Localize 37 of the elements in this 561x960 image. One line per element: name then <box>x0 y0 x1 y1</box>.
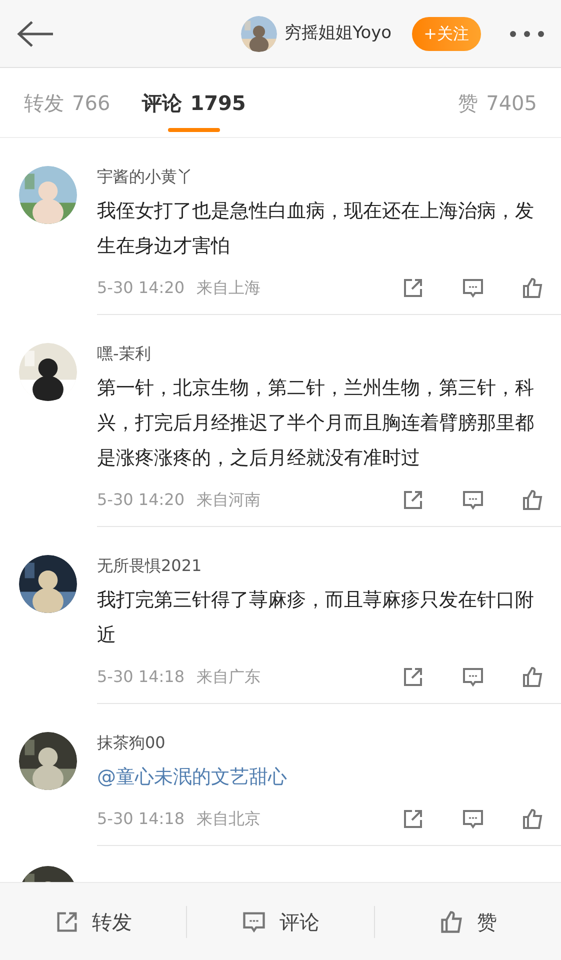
commenter-name[interactable]: 抹茶狗00 <box>97 730 545 756</box>
share-icon <box>401 665 425 689</box>
comment-time: 5-30 14:20 <box>97 277 185 299</box>
more-icon[interactable] <box>509 30 545 38</box>
thumbs-up-icon <box>521 665 545 689</box>
commenter-name[interactable]: 无所畏惧2021 <box>97 553 545 579</box>
tab[interactable]: 评论 1795 <box>142 68 246 137</box>
thumbs-up-icon <box>521 488 545 512</box>
username[interactable]: 穷摇姐姐Yoyo <box>284 20 392 46</box>
comment-icon <box>461 807 485 831</box>
comment-time: 5-30 14:18 <box>97 666 185 688</box>
comment-button[interactable]: 评论 <box>187 906 374 936</box>
comment-text: 我打完第三针得了荨麻疹，而且荨麻疹只发在针口附近 <box>97 588 535 648</box>
like-button[interactable]: 赞 <box>374 906 561 936</box>
share-icon <box>401 488 425 512</box>
back-icon[interactable] <box>16 18 54 48</box>
repost-button[interactable]: 转发 <box>0 906 186 936</box>
comment-location: 来自上海 <box>196 277 261 299</box>
commenter-name[interactable]: 宇酱的小黄丫 <box>97 164 545 190</box>
comment-icon <box>461 488 485 512</box>
thumbs-up-icon <box>521 276 545 300</box>
share-icon <box>401 276 425 300</box>
comment-icon <box>461 276 485 300</box>
mention-link[interactable]: @童心未泯的文艺甜心 <box>97 766 287 788</box>
comment-icon <box>461 665 485 689</box>
thumbs-up-icon <box>521 807 545 831</box>
comment-text: 我侄女打了也是急性白血病，现在还在上海治病，发生在身边才害怕 <box>97 199 535 259</box>
comment-location: 来自北京 <box>196 808 261 830</box>
comment-time: 5-30 14:20 <box>97 489 185 511</box>
comment-time: 5-30 14:18 <box>97 808 185 830</box>
share-icon <box>401 807 425 831</box>
thumbs-up-icon <box>438 908 465 934</box>
comment-text: 第一针，北京生物，第二针，兰州生物，第三针，科兴，打完后月经推迟了半个月而且胸连着臂膀那里都是涨疼涨疼的，之后月经就没有准时过 <box>97 376 535 471</box>
comment-location: 来自广东 <box>196 666 261 688</box>
comment-location: 来自河南 <box>196 489 261 511</box>
commenter-name[interactable]: 嘿-茉利 <box>97 341 545 367</box>
tab-indicator <box>168 128 220 132</box>
